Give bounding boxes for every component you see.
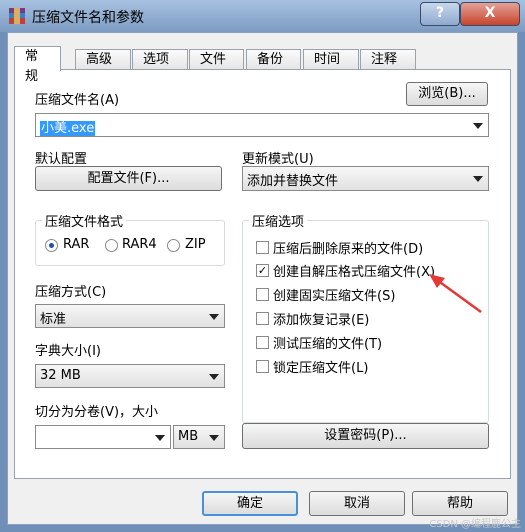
chevron-down-icon[interactable]: [155, 435, 165, 441]
tab-backup[interactable]: 备份: [246, 49, 301, 70]
archive-name-field[interactable]: 小美.exe: [35, 113, 489, 137]
help-button[interactable]: 帮助: [412, 491, 508, 516]
watermark-text: CSDN @编程鹿公主: [429, 519, 521, 530]
checkbox-test[interactable]: [256, 336, 269, 349]
radio-rar4-label[interactable]: RAR4: [122, 237, 157, 252]
option-delete-after-label[interactable]: 压缩后删除原来的文件(D): [273, 238, 423, 257]
format-groupbox: 压缩文件格式 RAR RAR4 ZIP: [35, 211, 225, 266]
cancel-button[interactable]: 取消: [309, 491, 405, 516]
dict-label: 字典大小(I): [35, 344, 101, 359]
radio-rar4[interactable]: [105, 239, 118, 252]
tab-options[interactable]: 选项: [132, 49, 188, 70]
option-sfx-label[interactable]: 创建自解压格式压缩文件(X): [273, 261, 435, 280]
split-unit-select[interactable]: MB: [173, 425, 225, 449]
option-test-label[interactable]: 测试压缩的文件(T): [273, 333, 382, 352]
checkbox-recovery[interactable]: [256, 312, 269, 325]
archive-name-value: 小美.exe: [40, 121, 96, 136]
dict-select[interactable]: 32 MB: [35, 364, 225, 388]
radio-zip[interactable]: [167, 239, 180, 252]
option-lock-label[interactable]: 锁定压缩文件(L): [273, 357, 368, 376]
dict-value: 32 MB: [40, 368, 81, 383]
chevron-down-icon[interactable]: [473, 123, 483, 129]
checkbox-delete-after[interactable]: [256, 241, 269, 254]
radio-rar[interactable]: [45, 239, 58, 252]
tab-advanced[interactable]: 高级: [75, 49, 131, 70]
options-group-title: 压缩选项: [249, 211, 308, 230]
split-label: 切分为分卷(V)，大小: [35, 405, 159, 420]
tab-files[interactable]: 文件: [189, 49, 244, 70]
method-select[interactable]: 标准: [35, 304, 225, 328]
dialog-window: 压缩文件名和参数 ? X 常规 高级 选项 文件 备份 时间 注释 压缩文件名(…: [0, 0, 525, 532]
chevron-down-icon[interactable]: [473, 176, 483, 182]
ok-button[interactable]: 确定: [202, 491, 298, 516]
checkbox-lock[interactable]: [256, 360, 269, 373]
update-mode-label: 更新模式(U): [242, 152, 314, 167]
config-button[interactable]: 配置文件(F)...: [35, 166, 222, 191]
set-password-button[interactable]: 设置密码(P)...: [242, 423, 489, 449]
tab-time[interactable]: 时间: [303, 49, 359, 70]
checkbox-sfx[interactable]: ✓: [256, 264, 269, 277]
winrar-app-icon: [9, 8, 25, 24]
tab-comment[interactable]: 注释: [360, 49, 416, 70]
chevron-down-icon[interactable]: [209, 314, 219, 320]
chevron-down-icon[interactable]: [209, 435, 219, 441]
option-solid-label[interactable]: 创建固实压缩文件(S): [273, 285, 395, 304]
default-config-label: 默认配置: [35, 152, 88, 167]
dialog-client: 常规 高级 选项 文件 备份 时间 注释 压缩文件名(A) 浏览(B)... 小…: [7, 32, 518, 525]
checkbox-solid[interactable]: [256, 288, 269, 301]
title-help-button[interactable]: ?: [420, 2, 460, 26]
method-label: 压缩方式(C): [35, 285, 107, 300]
title-close-button[interactable]: X: [460, 2, 520, 26]
general-panel: 压缩文件名(A) 浏览(B)... 小美.exe 默认配置 配置文件(F)...…: [14, 69, 511, 479]
update-mode-value: 添加并替换文件: [247, 174, 339, 189]
red-arrow-annotation: [429, 274, 482, 314]
method-value: 标准: [40, 312, 67, 327]
archive-name-label: 压缩文件名(A): [35, 93, 120, 108]
options-groupbox: 压缩选项 压缩后删除原来的文件(D) ✓ 创建自解压格式压缩文件(X) 创建固实…: [242, 211, 489, 423]
radio-rar-label[interactable]: RAR: [63, 237, 89, 252]
browse-button[interactable]: 浏览(B)...: [406, 82, 488, 106]
chevron-down-icon[interactable]: [209, 374, 219, 380]
split-unit-value: MB: [178, 429, 199, 444]
radio-zip-label[interactable]: ZIP: [185, 237, 206, 252]
tab-general[interactable]: 常规: [14, 46, 61, 84]
update-mode-select[interactable]: 添加并替换文件: [242, 166, 489, 191]
split-size-input[interactable]: [35, 425, 171, 449]
option-recovery-label[interactable]: 添加恢复记录(E): [273, 309, 369, 328]
title-bar[interactable]: 压缩文件名和参数 ? X: [0, 0, 525, 32]
window-title: 压缩文件名和参数: [32, 10, 144, 26]
format-group-title: 压缩文件格式: [42, 211, 127, 230]
